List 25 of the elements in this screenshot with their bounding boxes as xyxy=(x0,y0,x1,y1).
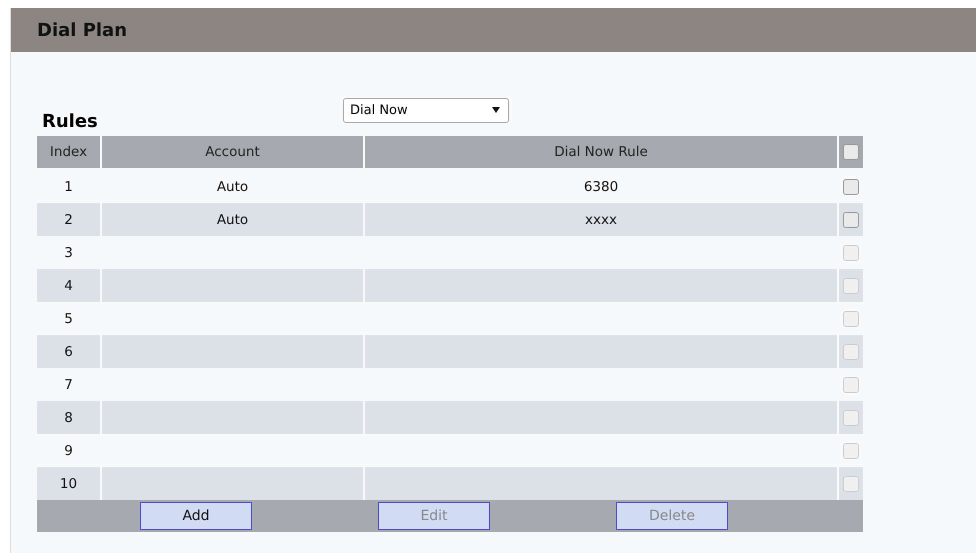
index-cell: 10 xyxy=(37,467,100,500)
account-cell-text: Auto xyxy=(216,178,250,196)
index-cell: 6 xyxy=(37,335,100,368)
add-button[interactable]: Add xyxy=(140,502,252,530)
rules-heading: Rules xyxy=(41,110,99,132)
checkbox[interactable] xyxy=(843,144,859,160)
index-cell-text: 9 xyxy=(63,442,74,460)
account-cell: Auto xyxy=(102,203,363,236)
index-cell: 2 xyxy=(37,203,100,236)
rule-cell: xxxx xyxy=(365,203,837,236)
index-cell-text: 3 xyxy=(63,244,74,262)
rule-cell-text: 6380 xyxy=(582,178,620,196)
index-cell-text: 1 xyxy=(63,178,74,196)
panel-title: Dial Plan xyxy=(37,20,128,40)
column-header: Index xyxy=(37,136,100,170)
index-cell-text: 7 xyxy=(63,376,74,394)
mode-dropdown[interactable]: Dial Now xyxy=(343,98,509,122)
index-cell: 4 xyxy=(37,269,100,302)
caret-icon xyxy=(492,107,500,113)
checkbox[interactable] xyxy=(843,178,859,195)
column-header: Account xyxy=(102,136,363,170)
index-cell-text: 5 xyxy=(63,310,74,328)
checkbox[interactable] xyxy=(843,212,859,228)
column-header: Dial Now Rule xyxy=(365,136,837,170)
index-cell: 8 xyxy=(37,401,100,434)
